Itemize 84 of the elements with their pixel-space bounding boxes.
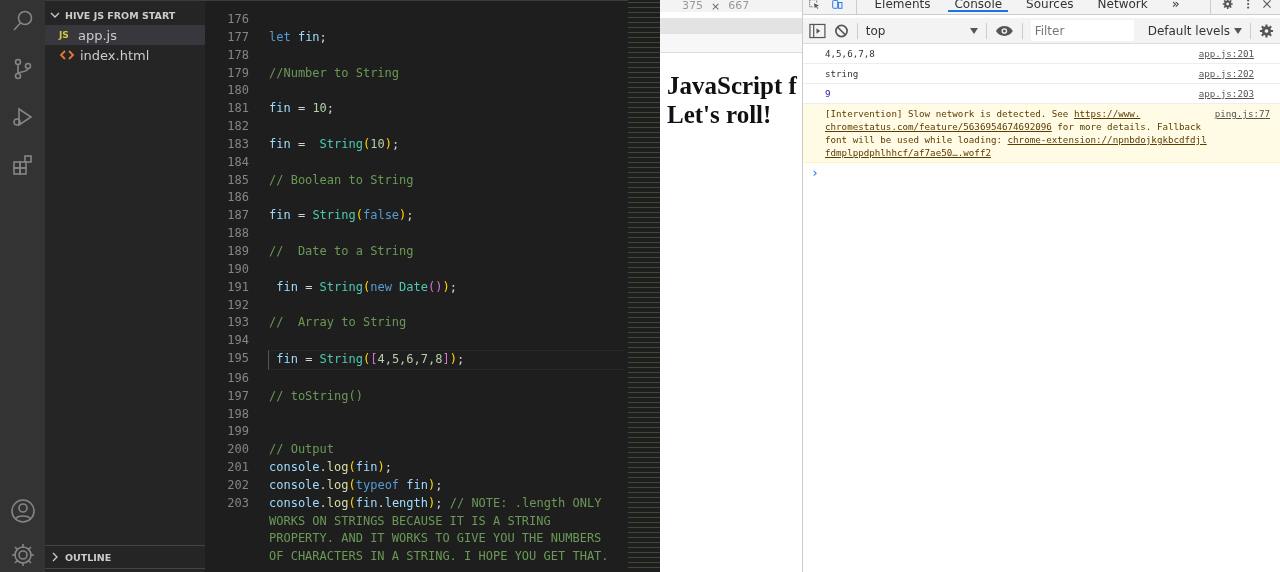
code-line: // Array to String <box>269 314 408 332</box>
file-item[interactable]: index.html <box>45 45 205 65</box>
line-number: 199 <box>226 423 249 441</box>
line-number: 189 <box>226 242 249 260</box>
line-number: 179 <box>226 64 249 82</box>
line-number: 188 <box>226 225 249 243</box>
code-line: console.log(typeof fin); <box>269 476 444 494</box>
dropdown-arrow-icon <box>970 27 979 34</box>
settings-icon[interactable] <box>1222 0 1234 12</box>
run-debug-icon[interactable] <box>10 105 35 129</box>
line-number: 182 <box>226 118 249 136</box>
console-prompt[interactable]: › <box>803 163 821 180</box>
source-link[interactable]: app.js:203 <box>1198 87 1254 100</box>
line-number: 183 <box>226 135 249 153</box>
line-number: 184 <box>226 153 249 171</box>
line-number: 178 <box>226 46 249 64</box>
sidebar-toggle-icon[interactable] <box>809 22 826 39</box>
settings-icon[interactable] <box>1259 22 1274 39</box>
line-number: 186 <box>226 189 249 207</box>
account-icon[interactable] <box>9 498 36 524</box>
line-number: 185 <box>226 171 249 189</box>
extensions-icon[interactable] <box>10 153 35 177</box>
code-line: fin = 10; <box>269 100 336 118</box>
levels-dropdown[interactable]: Default levels <box>1147 23 1243 38</box>
more-tabs-button[interactable]: » <box>1165 0 1186 12</box>
line-number: 181 <box>226 100 249 118</box>
code-line: fin = String([4,5,6,7,8]); <box>268 350 625 370</box>
context-select[interactable]: top <box>865 23 979 38</box>
line-number: 196 <box>226 369 249 387</box>
line-number: 187 <box>226 207 249 225</box>
link[interactable]: fdmplppdphlhhcf/af7ae50….woff2 <box>825 147 991 158</box>
code-line: fin = String(10); <box>269 135 401 153</box>
source-link[interactable]: ping.js:77 <box>1214 107 1270 159</box>
line-number: 177 <box>226 28 249 46</box>
console-message: string <box>825 67 859 80</box>
code-line: // Output <box>269 441 336 459</box>
close-icon[interactable] <box>1262 0 1273 11</box>
code-line: fin = String(false); <box>269 207 415 225</box>
code-line: //Number to String <box>269 64 401 82</box>
console-message: [Intervention] Slow network is detected. See https://www. chromestatus.com/feature/5636954674692096 for more details. Fallback font will be used while loading: chrome-extension://npnbdojkgkbcdfdjl fdmplppdphlhhcf/af7ae50….woff2 <box>825 107 1207 159</box>
line-number: 198 <box>226 405 249 423</box>
line-number: 203 <box>226 494 249 512</box>
code-line: let fin; <box>269 28 328 46</box>
line-number: 190 <box>226 260 249 278</box>
code-line: fin = String(new Date()); <box>275 278 458 296</box>
outline-header[interactable]: OUTLINE <box>45 545 205 569</box>
search-icon[interactable] <box>10 9 35 33</box>
code-file-icon <box>59 49 75 61</box>
device-toggle-icon[interactable] <box>832 0 844 11</box>
line-number: 195 <box>226 350 249 368</box>
inspect-icon[interactable] <box>809 0 821 11</box>
code-line: // Date to a String <box>269 242 415 260</box>
filter-field[interactable]: Filter <box>1030 20 1134 41</box>
line-number: 200 <box>226 441 249 459</box>
line-number: 176 <box>226 11 249 28</box>
line-number: 192 <box>226 296 249 314</box>
console-message: 4,5,6,7,8 <box>825 47 875 60</box>
dropdown-arrow-icon <box>1234 27 1243 34</box>
line-number: 191 <box>226 278 249 296</box>
eye-icon[interactable] <box>995 23 1014 38</box>
link[interactable]: chromestatus.com/feature/5636954674692096 <box>825 121 1052 132</box>
line-number: 202 <box>226 476 249 494</box>
line-number: 197 <box>226 387 249 405</box>
page-heading: JavaScript f Let's roll! <box>667 71 798 129</box>
file-type-label: JS <box>59 30 70 40</box>
line-number: 201 <box>226 459 249 477</box>
file-item[interactable]: JS app.js <box>45 25 205 45</box>
link[interactable]: https://www. <box>1073 108 1141 119</box>
settings-icon[interactable] <box>9 542 36 568</box>
more-options-icon[interactable] <box>1245 0 1251 12</box>
line-number: 180 <box>226 82 249 100</box>
code-line: console.log(fin); <box>269 459 393 477</box>
code-line: console.log(fin.length); // NOTE: .length ONLY WORKS ON STRINGS BECAUSE IT IS A STRING PROPERTY. AND IT WORKS TO GIVE YOU THE NUMBERS OF CHARACTERS IN A STRING. I HOPE YOU GET THAT. <box>269 494 610 566</box>
source-link[interactable]: app.js:201 <box>1198 47 1254 60</box>
line-number: 193 <box>226 314 249 332</box>
times-sign: × <box>711 0 721 12</box>
console-message: 9 <box>825 87 831 100</box>
source-link[interactable]: app.js:202 <box>1198 67 1254 80</box>
link[interactable]: chrome-extension://npnbdojkgkbcdfdjl <box>1007 134 1207 145</box>
code-line: // Boolean to String <box>269 171 415 189</box>
code-line: // toString() <box>269 387 364 405</box>
line-number: 194 <box>226 332 249 350</box>
clear-console-icon[interactable] <box>833 22 849 39</box>
folder-header[interactable]: HIVE JS FROM START <box>45 5 205 25</box>
